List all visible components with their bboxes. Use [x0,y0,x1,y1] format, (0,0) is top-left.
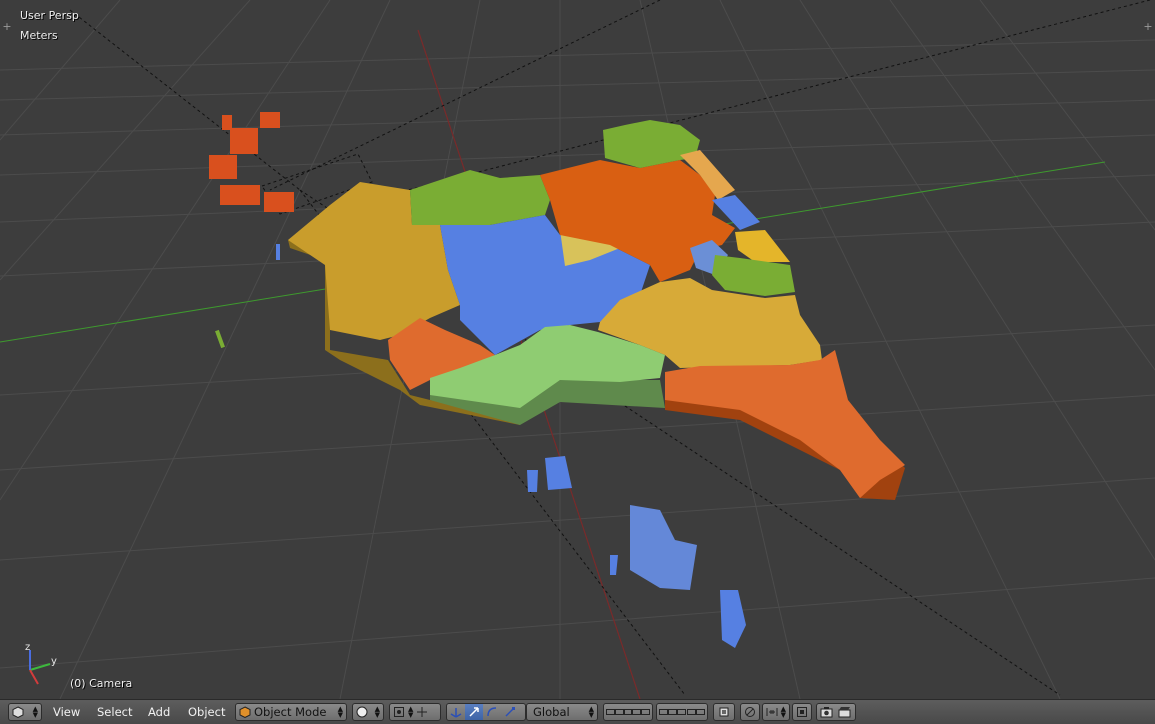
pivot-group: ▲ ▼ [389,703,441,721]
layer-grid-icon[interactable] [606,709,615,715]
menu-view[interactable]: View [53,705,80,719]
proportional-edit-button[interactable] [740,703,760,721]
snap-increment-icon [763,704,781,720]
layer-grid-icon[interactable] [686,709,696,715]
manipulator-center-icon[interactable] [413,704,431,720]
menu-select[interactable]: Select [97,705,132,719]
chevron-updown-icon: ▲ ▼ [588,705,594,719]
layer-grid-icon[interactable] [614,709,624,715]
clapper-render-animation-icon[interactable] [835,704,853,720]
menu-add[interactable]: Add [148,705,170,719]
manipulator-group [446,703,526,721]
scene-canvas[interactable]: y z [0,0,1155,699]
layer-grid-icon[interactable] [668,709,678,715]
chevron-updown-icon: ▲ ▼ [32,705,38,719]
region-ne-yellow [735,230,790,262]
mode-selector[interactable]: Object Mode ▲ ▼ [235,703,347,721]
scene-layers-1[interactable] [603,703,653,721]
region-far-north-green [603,120,700,168]
camera-render-icon[interactable] [817,704,835,720]
render-buttons [816,703,856,721]
solid-shading-icon [353,704,371,720]
manipulator-toggle-icon[interactable] [447,704,465,720]
scale-manipulator-icon[interactable] [501,704,519,720]
menu-object[interactable]: Object [188,705,225,719]
mode-label: Object Mode [254,705,327,719]
layer-grid-icon[interactable] [695,709,705,715]
gizmo-y-label: y [51,656,57,667]
viewport-shading-button[interactable]: ▲ ▼ [352,703,384,721]
layer-grid-icon[interactable] [677,709,687,715]
translate-manipulator-icon[interactable] [465,704,483,720]
snap-element-button[interactable]: ▲ ▼ [762,703,790,721]
orientation-label: Global [533,705,570,719]
proportional-edit-icon [741,704,759,720]
region-north-green [410,170,550,225]
scene-layers-2[interactable] [656,703,708,721]
viewport-header: ▲ ▼ View Select Add Object Object Mode ▲ ▼… [0,699,1155,724]
chevron-updown-icon: ▲ ▼ [337,705,343,719]
region-split-corner-icon[interactable]: + [2,21,12,32]
layer-grid-icon[interactable] [641,709,650,715]
cube-icon [9,704,27,720]
editor-type-button[interactable]: ▲ ▼ [8,703,42,721]
chevron-updown-icon: ▲ ▼ [374,705,380,719]
orientation-selector[interactable]: Global ▲ ▼ [526,703,598,721]
layer-grid-icon[interactable] [632,709,642,715]
layer-grid-icon[interactable] [659,709,669,715]
axis-gizmo: y z [25,642,57,685]
object-mode-icon [236,704,254,720]
chevron-updown-icon: ▲ ▼ [780,705,786,719]
layer-grid-icon[interactable] [623,709,633,715]
snap-target-button[interactable] [792,703,812,721]
view-name: User Persp [20,9,79,22]
pivot-point-icon[interactable] [390,704,408,720]
gizmo-z-label: z [25,642,30,653]
rotate-manipulator-icon[interactable] [483,704,501,720]
object-label: (0) Camera [70,677,133,690]
map-regions [288,120,905,498]
3d-viewport[interactable]: y z User Persp Meters (0) Camera + + [0,0,1155,699]
lock-layers-button[interactable] [713,703,735,721]
snap-target-icon [793,704,811,720]
layers-lock-icon [715,704,733,720]
region-split-corner-icon-right[interactable]: + [1143,21,1153,32]
units-label: Meters [20,29,58,42]
